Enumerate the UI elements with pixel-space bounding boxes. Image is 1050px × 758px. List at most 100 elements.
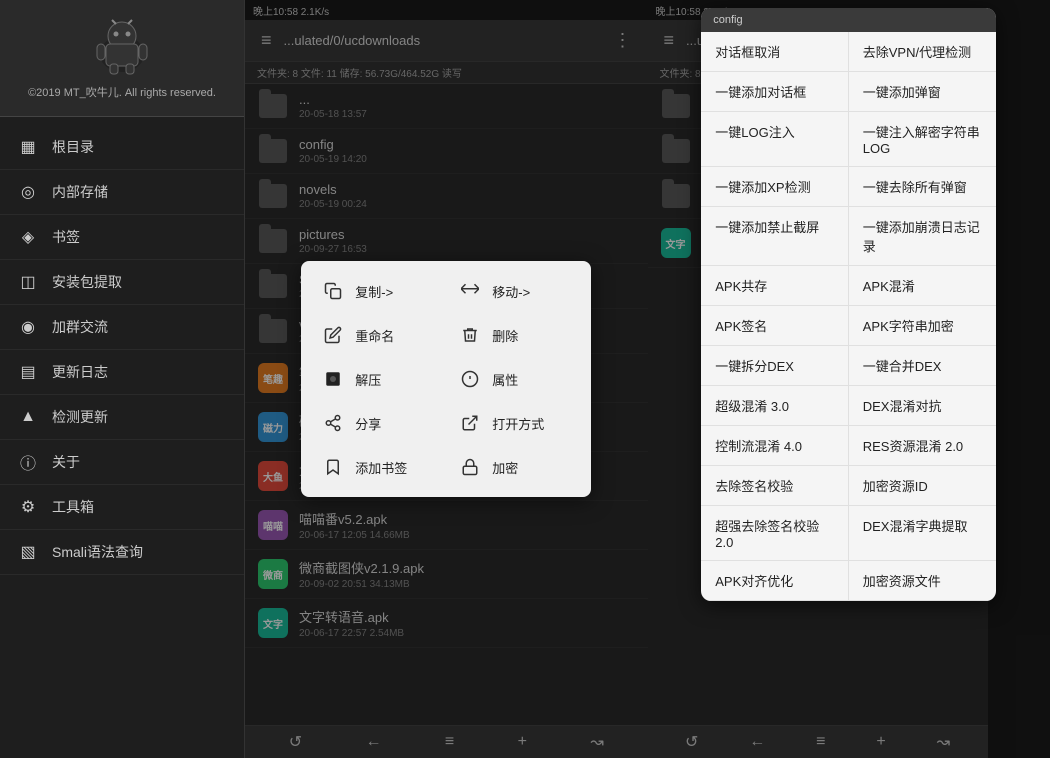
apk-menu-cell-left-7[interactable]: 一键拆分DEX	[701, 346, 849, 385]
sidebar-label-bookmark: 书签	[52, 227, 80, 247]
apk-menu-cell-left-8[interactable]: 超级混淆 3.0	[701, 386, 849, 425]
apk-menu-cell-right-2[interactable]: 一键注入解密字符串LOG	[849, 112, 997, 166]
context-menu-openway[interactable]: 打开方式	[446, 401, 583, 445]
ctx-label-copy: 复制->	[355, 282, 393, 301]
apk-menu-row: 控制流混淆 4.0 RES资源混淆 2.0	[701, 426, 996, 466]
delete-icon	[458, 323, 482, 347]
apk-menu-cell-right-3[interactable]: 一键去除所有弹窗	[849, 167, 997, 206]
context-menu-properties[interactable]: 属性	[446, 357, 583, 401]
apk-menu-row: APK共存 APK混淆	[701, 266, 996, 306]
apk-menu-cell-right-7[interactable]: 一键合并DEX	[849, 346, 997, 385]
about-icon: ⓘ	[16, 450, 40, 474]
toolbox-icon: ⚙	[16, 495, 40, 519]
sidebar-header: ©2019 MT_吹牛儿. All rights reserved.	[0, 0, 244, 117]
apk-menu-row: APK签名 APK字符串加密	[701, 306, 996, 346]
sidebar-copyright: ©2019 MT_吹牛儿. All rights reserved.	[28, 84, 216, 100]
sidebar-item-update[interactable]: ▲ 检测更新	[0, 395, 244, 440]
context-menu-overlay: 复制-> 移动-> 重命名 删除 解压 属性 分享 打开方式 添加书签 加密	[245, 0, 648, 758]
apk-menu-cell-right-10[interactable]: 加密资源ID	[849, 466, 997, 505]
changelog-icon: ▤	[16, 360, 40, 384]
apk-menu-cell-right-8[interactable]: DEX混淆对抗	[849, 386, 997, 425]
apk-menu-path-text: config	[713, 14, 742, 26]
sidebar-nav: ▦ 根目录◎ 内部存储◈ 书签◫ 安装包提取◉ 加群交流▤ 更新日志▲ 检测更新…	[0, 117, 244, 758]
apk-menu-row: 超强去除签名校验2.0 DEX混淆字典提取	[701, 506, 996, 561]
apk-menu-cell-left-6[interactable]: APK签名	[701, 306, 849, 345]
encrypt-icon	[458, 455, 482, 479]
apk-menu-panel: config 对话框取消 去除VPN/代理检测 一键添加对话框 一键添加弹窗 一…	[701, 8, 996, 601]
ctx-label-rename: 重命名	[355, 326, 394, 345]
context-menu-grid: 复制-> 移动-> 重命名 删除 解压 属性 分享 打开方式 添加书签 加密	[309, 269, 583, 489]
sidebar: ©2019 MT_吹牛儿. All rights reserved. ▦ 根目录…	[0, 0, 245, 758]
apk-menu-cell-right-0[interactable]: 去除VPN/代理检测	[849, 32, 997, 71]
apk-menu-cell-left-1[interactable]: 一键添加对话框	[701, 72, 849, 111]
sidebar-label-changelog: 更新日志	[52, 362, 108, 382]
context-menu: 复制-> 移动-> 重命名 删除 解压 属性 分享 打开方式 添加书签 加密	[301, 261, 591, 497]
apk-menu-cell-left-2[interactable]: 一键LOG注入	[701, 112, 849, 166]
share-icon	[321, 411, 345, 435]
apk-menu-row: 对话框取消 去除VPN/代理检测	[701, 32, 996, 72]
ctx-label-encrypt: 加密	[492, 458, 518, 477]
ctx-label-delete: 删除	[492, 326, 518, 345]
sidebar-item-root[interactable]: ▦ 根目录	[0, 125, 244, 170]
sidebar-label-update: 检测更新	[52, 407, 108, 427]
properties-icon	[458, 367, 482, 391]
apk-menu-row: APK对齐优化 加密资源文件	[701, 561, 996, 601]
apk-menu-cell-left-11[interactable]: 超强去除签名校验2.0	[701, 506, 849, 560]
apk-menu-row: 超级混淆 3.0 DEX混淆对抗	[701, 386, 996, 426]
addbookmark-icon	[321, 455, 345, 479]
context-menu-copy[interactable]: 复制->	[309, 269, 446, 313]
apk-menu-cell-left-9[interactable]: 控制流混淆 4.0	[701, 426, 849, 465]
apk-menu-row: 一键拆分DEX 一键合并DEX	[701, 346, 996, 386]
copy-icon	[321, 279, 345, 303]
extract-icon	[321, 367, 345, 391]
sidebar-item-internal[interactable]: ◎ 内部存储	[0, 170, 244, 215]
apk-menu-cell-left-4[interactable]: 一键添加禁止截屏	[701, 207, 849, 265]
sidebar-item-bookmark[interactable]: ◈ 书签	[0, 215, 244, 260]
apk-menu-cell-right-4[interactable]: 一键添加崩溃日志记录	[849, 207, 997, 265]
sidebar-item-about[interactable]: ⓘ 关于	[0, 440, 244, 485]
apk-menu-cell-left-3[interactable]: 一键添加XP检测	[701, 167, 849, 206]
sidebar-label-smali: Smali语法查询	[52, 542, 143, 562]
update-icon: ▲	[16, 405, 40, 429]
sidebar-label-about: 关于	[52, 452, 80, 472]
context-menu-addbookmark[interactable]: 添加书签	[309, 445, 446, 489]
apk-menu-row: 一键LOG注入 一键注入解密字符串LOG	[701, 112, 996, 167]
internal-icon: ◎	[16, 180, 40, 204]
sidebar-label-toolbox: 工具箱	[52, 497, 94, 517]
apk-menu-cell-right-11[interactable]: DEX混淆字典提取	[849, 506, 997, 560]
apk-icon: ◫	[16, 270, 40, 294]
sidebar-item-smali[interactable]: ▧ Smali语法查询	[0, 530, 244, 575]
ctx-label-properties: 属性	[492, 370, 518, 389]
context-menu-extract[interactable]: 解压	[309, 357, 446, 401]
sidebar-item-group[interactable]: ◉ 加群交流	[0, 305, 244, 350]
apk-menu-cell-left-12[interactable]: APK对齐优化	[701, 561, 849, 600]
context-menu-move[interactable]: 移动->	[446, 269, 583, 313]
apk-menu-cell-right-1[interactable]: 一键添加弹窗	[849, 72, 997, 111]
apk-menu-cell-right-9[interactable]: RES资源混淆 2.0	[849, 426, 997, 465]
context-menu-share[interactable]: 分享	[309, 401, 446, 445]
apk-menu-cell-right-5[interactable]: APK混淆	[849, 266, 997, 305]
root-icon: ▦	[16, 135, 40, 159]
context-menu-rename[interactable]: 重命名	[309, 313, 446, 357]
ctx-label-share: 分享	[355, 414, 381, 433]
rename-icon	[321, 323, 345, 347]
apk-menu-cell-right-12[interactable]: 加密资源文件	[849, 561, 997, 600]
apk-menu-header-bar: config	[701, 8, 996, 32]
move-icon	[458, 279, 482, 303]
ctx-label-extract: 解压	[355, 370, 381, 389]
context-menu-encrypt[interactable]: 加密	[446, 445, 583, 489]
sidebar-item-changelog[interactable]: ▤ 更新日志	[0, 350, 244, 395]
apk-menu-row: 去除签名校验 加密资源ID	[701, 466, 996, 506]
android-logo-icon	[92, 16, 152, 76]
sidebar-item-toolbox[interactable]: ⚙ 工具箱	[0, 485, 244, 530]
apk-menu-cell-left-0[interactable]: 对话框取消	[701, 32, 849, 71]
apk-menu-overlay: config 对话框取消 去除VPN/代理检测 一键添加对话框 一键添加弹窗 一…	[648, 0, 1050, 758]
sidebar-item-apk[interactable]: ◫ 安装包提取	[0, 260, 244, 305]
context-menu-delete[interactable]: 删除	[446, 313, 583, 357]
apk-menu-cell-left-5[interactable]: APK共存	[701, 266, 849, 305]
ctx-label-addbookmark: 添加书签	[355, 458, 407, 477]
apk-menu-cell-right-6[interactable]: APK字符串加密	[849, 306, 997, 345]
apk-menu-list: 对话框取消 去除VPN/代理检测 一键添加对话框 一键添加弹窗 一键LOG注入 …	[701, 32, 996, 601]
apk-menu-cell-left-10[interactable]: 去除签名校验	[701, 466, 849, 505]
apk-menu-row: 一键添加对话框 一键添加弹窗	[701, 72, 996, 112]
